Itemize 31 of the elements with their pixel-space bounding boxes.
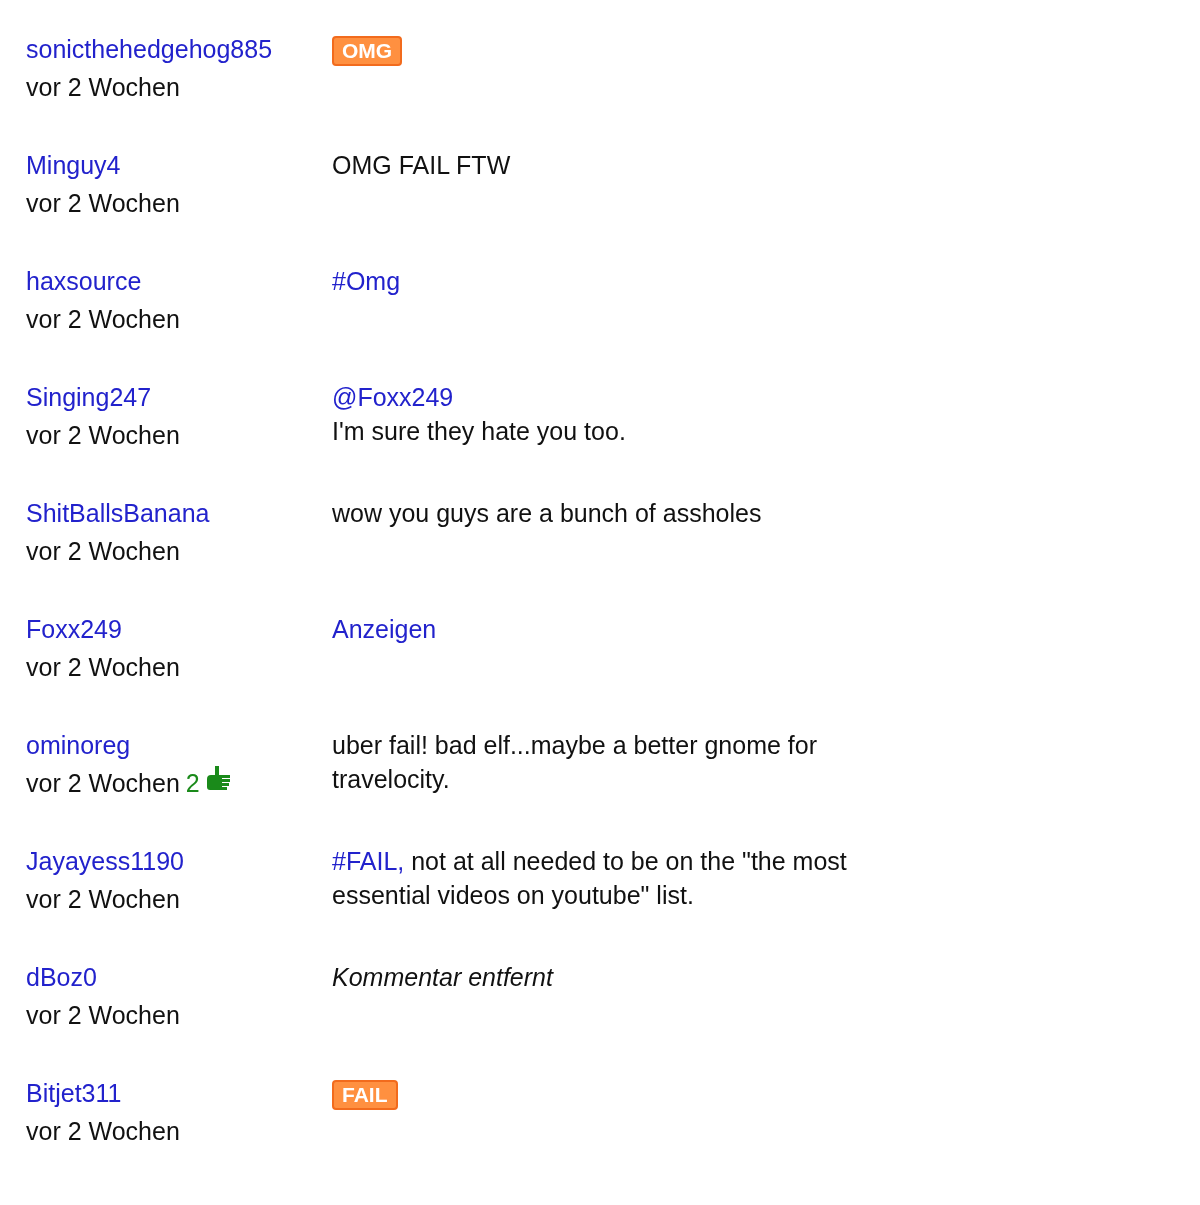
timestamp: vor 2 Wochen [26, 304, 180, 335]
comment-text: #FAIL, not at all needed to be on the "the most essential videos on youtube" list. [332, 846, 848, 911]
removed-notice: Kommentar entfernt [332, 962, 553, 993]
timestamp: vor 2 Wochen [26, 1000, 180, 1031]
username-link[interactable]: Bitjet311 [26, 1074, 122, 1112]
username-link[interactable]: Foxx249 [26, 610, 122, 648]
username-link[interactable]: ShitBallsBanana [26, 494, 210, 532]
timestamp: vor 2 Wochen [26, 188, 180, 219]
username-link[interactable]: dBoz0 [26, 958, 97, 996]
timestamp: vor 2 Wochen [26, 884, 180, 915]
timestamp: vor 2 Wochen [26, 536, 180, 567]
username-link[interactable]: ominoreg [26, 726, 131, 764]
hashtag-link[interactable]: @Foxx249 [332, 383, 454, 411]
timestamp: vor 2 Wochen [26, 72, 180, 103]
comment-text: wow you guys are a bunch of assholes [332, 498, 762, 529]
username-link[interactable]: sonicthehedgehog885 [26, 30, 273, 68]
username-link[interactable]: Singing247 [26, 378, 152, 416]
timestamp: vor 2 Wochen [26, 652, 180, 683]
hashtag-link[interactable]: #FAIL, [332, 847, 405, 875]
username-link[interactable]: Jayayess1190 [26, 842, 184, 880]
username-link[interactable]: haxsource [26, 262, 142, 300]
username-link[interactable]: Minguy4 [26, 146, 121, 184]
timestamp: vor 2 Wochen [26, 768, 180, 799]
like-count: 2 [185, 768, 200, 799]
hashtag-link[interactable]: Anzeigen [332, 615, 437, 643]
comment-text: I'm sure they hate you too. [332, 416, 626, 447]
comment-text: uber fail! bad elf...maybe a better gnome for travelocity. [332, 730, 818, 795]
timestamp: vor 2 Wochen [26, 1116, 180, 1147]
timestamp: vor 2 Wochen [26, 420, 180, 451]
comment-text: OMG FAIL FTW [332, 150, 511, 181]
hashtag-link[interactable]: #Omg [332, 267, 401, 295]
